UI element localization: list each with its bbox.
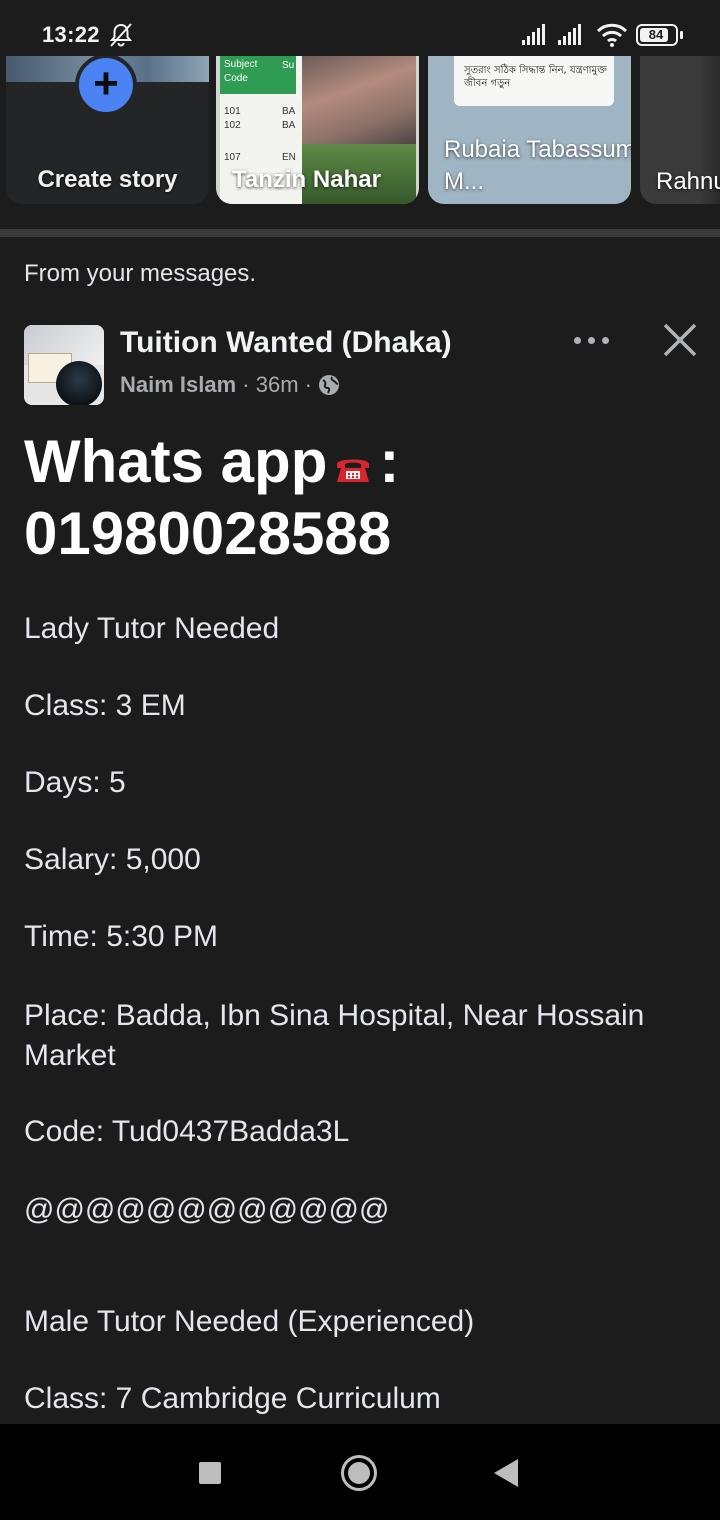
plus-icon[interactable]: + (75, 56, 137, 116)
story-author-name: Rahnu Islam (656, 168, 720, 195)
story-preview-image: সুতরাং সঠিক সিদ্ধান্ত নিন, যন্ত্রণামুক্ত… (454, 56, 614, 106)
post-author[interactable]: Naim Islam (120, 372, 236, 397)
system-nav-bar (0, 1424, 720, 1520)
group-avatar[interactable] (24, 325, 104, 405)
story-author-name: Tanzin Nahar (232, 166, 381, 193)
post-line: @@@@@@@@@@@@ (24, 1193, 390, 1226)
post-line: Days: 5 (24, 766, 126, 799)
create-story-label: Create story (37, 166, 178, 193)
post-time[interactable]: 36m (256, 372, 299, 397)
post-line: Lady Tutor Needed (24, 612, 280, 645)
close-icon[interactable] (660, 320, 700, 360)
more-options-button[interactable] (570, 325, 614, 355)
post-line: Salary: 5,000 (24, 843, 201, 876)
stories-tray: + Create story Subject Code Su 101 102 1… (0, 56, 720, 208)
story-author-name: Rubaia Tabassum M... (444, 136, 631, 195)
clock: 13:22 (42, 22, 100, 47)
wifi-icon (596, 23, 628, 47)
post-line: Place: Badda, Ibn Sina Hospital, Near Ho… (24, 999, 645, 1072)
bell-off-icon (109, 23, 133, 47)
phone-number[interactable]: 01980028588 (24, 500, 391, 567)
create-story-card[interactable]: + Create story (6, 56, 209, 204)
section-label: From your messages. (24, 260, 257, 287)
post-line: Code: Tud0437Badda3L (24, 1115, 350, 1148)
post-line: Time: 5:30 PM (24, 920, 218, 953)
telephone-icon (337, 459, 370, 482)
post-line: Male Tutor Needed (Experienced) (24, 1305, 475, 1338)
story-card[interactable]: Subject Code Su 101 102 107 BA BA EN Tan… (216, 56, 419, 204)
post-meta: Naim Islam · 36m · (120, 372, 340, 398)
home-circle-icon[interactable] (341, 1455, 377, 1491)
story-card[interactable]: সুতরাং সঠিক সিদ্ধান্ত নিন, যন্ত্রণামুক্ত… (428, 56, 631, 204)
group-name[interactable]: Tuition Wanted (Dhaka) (120, 326, 452, 360)
battery-icon: 84 (636, 24, 678, 46)
post-headline: Whats app : 01980028588 (24, 428, 400, 567)
recents-square-icon[interactable] (199, 1462, 221, 1484)
signal-icon (522, 24, 545, 45)
signal-icon (558, 24, 581, 45)
story-card[interactable]: Rahnu Islam (640, 56, 720, 204)
status-bar: 13:22 84 (0, 0, 720, 56)
back-triangle-icon[interactable] (494, 1459, 518, 1487)
globe-icon (319, 375, 340, 395)
section-divider (0, 229, 720, 237)
post-line: Class: 7 Cambridge Curriculum (24, 1382, 441, 1415)
battery-level: 84 (648, 27, 664, 42)
post-line: Class: 3 EM (24, 689, 186, 722)
